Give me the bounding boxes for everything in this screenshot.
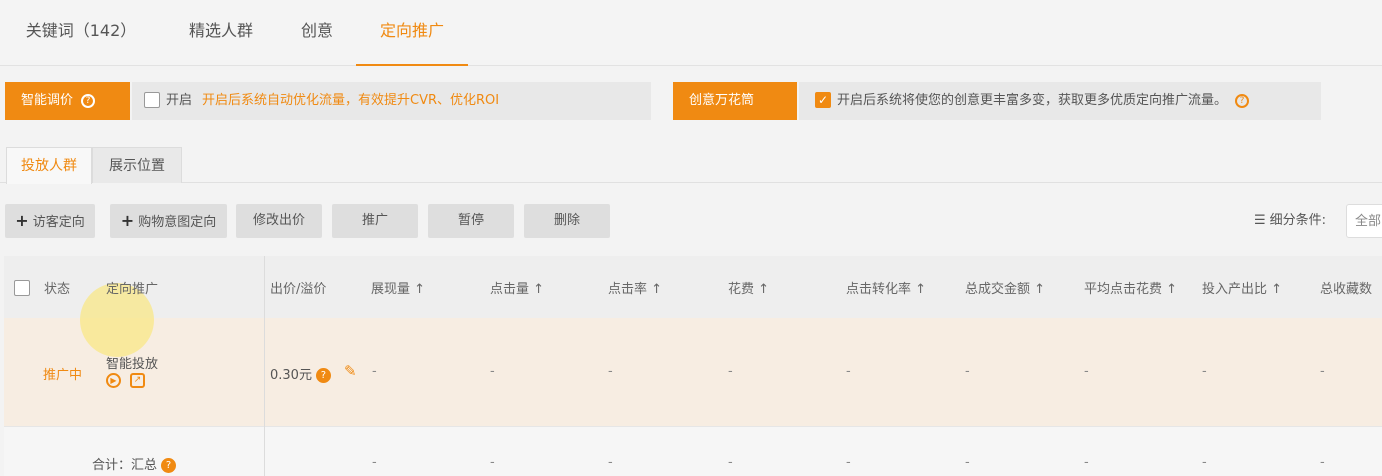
tab-keywords[interactable]: 关键词（142） (14, 0, 148, 66)
row-name: 智能投放 (106, 357, 159, 372)
delete-button[interactable]: 删除 (524, 204, 610, 238)
header-ctr[interactable]: 点击率 ↑ (608, 278, 662, 297)
header-gmv[interactable]: 总成交金额 ↑ (965, 278, 1045, 297)
column-divider (264, 256, 265, 476)
header-status: 状态 (44, 282, 71, 297)
top-tab-bar: 关键词（142） 精选人群 创意 定向推广 (0, 0, 1382, 66)
cell-gmv: - (965, 364, 970, 379)
add-tag-label: 购物意图定向 (138, 215, 217, 230)
row-status: 推广中 (43, 368, 83, 383)
help-icon[interactable]: ? (315, 368, 331, 383)
tab-targeted-promotion[interactable]: 定向推广 (356, 0, 468, 66)
creative-kaleidoscope-label: 创意万花筒 (673, 82, 797, 120)
summary-label: 合计：汇总? (92, 454, 177, 473)
tab-creative[interactable]: 创意 (286, 0, 348, 66)
tab-display-position[interactable]: 展示位置 (92, 147, 182, 183)
cell-cost: - (728, 364, 733, 379)
smart-bid-desc: 开启后系统自动优化流量，有效提升CVR、优化ROI (202, 93, 500, 108)
plus-icon: + (120, 211, 135, 230)
header-targeting: 定向推广 (106, 282, 159, 297)
help-icon[interactable]: ? (161, 458, 177, 473)
header-bid: 出价/溢价 (270, 282, 327, 297)
tab-selected-crowd[interactable]: 精选人群 (176, 0, 266, 66)
smart-bid-title: 智能调价 (21, 93, 74, 108)
creative-kaleidoscope-option: ✓ 开启后系统将使您的创意更丰富多变，获取更多优质定向推广流量。? (799, 82, 1321, 120)
sum-impressions: - (372, 455, 377, 470)
sum-ctr: - (608, 455, 613, 470)
batch-bid-button[interactable]: 修改出价 (236, 204, 322, 238)
sum-gmv: - (965, 455, 970, 470)
table-row (4, 318, 1382, 426)
filter-select[interactable]: 全部 (1346, 204, 1382, 238)
cell-ctr: - (608, 364, 613, 379)
cell-conversion-rate: - (846, 364, 851, 379)
smart-bid-option: 开启 开启后系统自动优化流量，有效提升CVR、优化ROI (132, 82, 651, 120)
pencil-icon[interactable]: ✎ (344, 362, 357, 380)
cell-roi: - (1202, 364, 1207, 379)
smart-bid-label: 智能调价? (5, 82, 130, 120)
cell-cpc: - (1084, 364, 1089, 379)
header-conversion-rate[interactable]: 点击转化率 ↑ (846, 278, 926, 297)
help-icon[interactable]: ? (81, 93, 96, 108)
summary-label-text: 合计：汇总 (92, 458, 158, 473)
cell-clicks: - (490, 364, 495, 379)
sum-roi: - (1202, 455, 1207, 470)
filter-label-text: 细分条件: (1269, 213, 1327, 228)
plus-icon: + (15, 211, 29, 230)
cell-favorites: - (1320, 364, 1325, 379)
header-favorites[interactable]: 总收藏数 (1320, 278, 1372, 297)
sub-tab-bar: 投放人群 展示位置 (0, 147, 1382, 184)
smart-bid-checkbox[interactable] (144, 91, 160, 108)
header-clicks[interactable]: 点击量 ↑ (490, 278, 544, 297)
cell-impressions: - (372, 364, 377, 379)
add-tag-targeting-button[interactable]: + 购物意图定向 (110, 204, 227, 238)
header-cpc[interactable]: 平均点击花费 ↑ (1084, 278, 1177, 297)
help-icon[interactable]: ? (1235, 93, 1250, 108)
header-roi[interactable]: 投入产出比 ↑ (1202, 278, 1282, 297)
summary-row (4, 426, 1382, 476)
pause-button[interactable]: 暂停 (428, 204, 514, 238)
promote-button[interactable]: 推广 (332, 204, 418, 238)
add-targeting-label: 访客定向 (32, 215, 85, 230)
filter-label: ☰ 细分条件: (1254, 204, 1326, 238)
creative-kaleidoscope-title: 创意万花筒 (689, 93, 755, 108)
tab-target-crowd[interactable]: 投放人群 (6, 147, 92, 184)
sum-clicks: - (490, 455, 495, 470)
sum-conversion-rate: - (846, 455, 851, 470)
select-all-checkbox[interactable] (14, 280, 30, 296)
sum-cpc: - (1084, 455, 1089, 470)
header-cost[interactable]: 花费 ↑ (728, 278, 769, 297)
row-bid: 0.30元? (270, 364, 331, 383)
creative-kaleidoscope-checkbox[interactable]: ✓ (815, 91, 831, 108)
add-targeting-button[interactable]: + 访客定向 (5, 204, 95, 238)
play-icon[interactable]: ▶ (106, 373, 121, 388)
header-impressions[interactable]: 展现量 ↑ (371, 278, 425, 297)
row-bid-value: 0.30元 (270, 368, 312, 383)
smart-bid-checkbox-label: 开启 (166, 93, 193, 108)
creative-kaleidoscope-desc: 开启后系统将使您的创意更丰富多变，获取更多优质定向推广流量。 (837, 93, 1228, 108)
sum-favorites: - (1320, 455, 1325, 470)
sum-cost: - (728, 455, 733, 470)
filter-icon: ☰ (1254, 213, 1266, 228)
edit-creative-icon[interactable]: ↗ (130, 373, 145, 388)
